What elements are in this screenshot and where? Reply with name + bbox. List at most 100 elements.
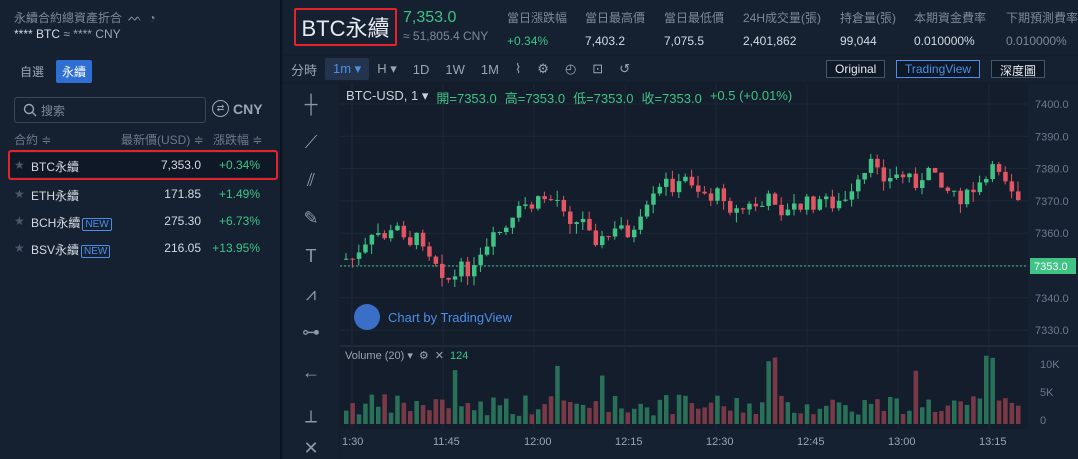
pattern-icon[interactable]: ⩘: [299, 284, 323, 308]
chart-canvas[interactable]: 7400.07390.07380.07370.07360.07350.07340…: [340, 84, 1078, 459]
column-change[interactable]: 漲跌幅 ≑: [213, 131, 262, 148]
candle-body: [542, 196, 547, 200]
currency-toggle[interactable]: ⇄ CNY: [212, 100, 263, 117]
tradingview-watermark[interactable]: Chart by TradingView: [354, 304, 512, 330]
screenshot-icon[interactable]: ⊡: [584, 61, 611, 77]
volume-bar: [657, 399, 663, 424]
volume-bar: [843, 405, 848, 424]
settings-icon[interactable]: ⚙: [529, 61, 557, 77]
volume-bar: [920, 407, 925, 424]
close-icon[interactable]: ✕: [299, 438, 323, 459]
tradingview-button[interactable]: TradingView: [896, 60, 981, 78]
chart-type-icon[interactable]: ⌇: [507, 61, 529, 77]
market-row-bch[interactable]: ★ BCH永續 NEW 275.30 +6.73%: [10, 209, 276, 233]
volume-bar: [945, 405, 951, 424]
candle-body: [452, 276, 458, 280]
volume-bar: [779, 395, 784, 424]
candle-body: [478, 254, 483, 266]
volume-bar: [356, 414, 362, 424]
volume-bar: [638, 403, 643, 424]
volume-bar: [856, 414, 861, 424]
interval-1w[interactable]: 1W: [437, 62, 473, 77]
tab-perpetual[interactable]: 永續: [56, 60, 93, 83]
volume-bar: [708, 402, 714, 424]
column-price[interactable]: 最新價(USD) ≑: [121, 131, 204, 148]
candle-body: [990, 164, 995, 180]
reset-icon[interactable]: ↺: [611, 61, 638, 77]
volume-bar: [740, 412, 746, 424]
market-row-bsv[interactable]: ★ BSV永續 NEW 216.05 +13.95%: [10, 236, 276, 260]
original-button[interactable]: Original: [826, 60, 886, 78]
stat-label: 當日漲跌幅: [507, 11, 568, 25]
candle-body: [536, 196, 541, 209]
candle-body: [798, 203, 803, 210]
volume-bar: [836, 402, 842, 424]
legend-symbol[interactable]: BTC-USD, 1 ▾: [346, 88, 428, 107]
interval-1M[interactable]: 1M: [473, 62, 507, 77]
market-row-eth[interactable]: ★ ETH永續 171.85 +1.49%: [10, 182, 276, 206]
volume-bar: [632, 408, 637, 424]
interval-1d[interactable]: 1D: [405, 62, 438, 77]
price-chart[interactable]: 7400.07390.07380.07370.07360.07350.07340…: [340, 84, 1078, 459]
drawing-tools: ┼ ⟋ ⫽ ✎ T ⩘ ⊶ ← ⟂ ✕: [283, 84, 339, 459]
refresh-icon[interactable]: ◔: [148, 11, 155, 25]
close-icon[interactable]: ✕: [435, 349, 444, 362]
candle-body: [574, 222, 579, 224]
candle-body: [664, 178, 669, 187]
volume-bar: [907, 410, 912, 424]
candle-body: [606, 236, 611, 238]
volume-label[interactable]: Volume (20) ▾: [345, 349, 413, 362]
volume-bar: [875, 399, 880, 424]
candle-body: [740, 208, 746, 210]
time-tick-label: 1:30: [342, 436, 363, 448]
candle-body: [568, 211, 573, 224]
tab-favorites[interactable]: 自選: [14, 60, 50, 83]
ruler-icon[interactable]: ⟂: [299, 406, 323, 430]
candle-body: [977, 182, 983, 193]
depth-chart-button[interactable]: 深度圖: [991, 60, 1046, 78]
candle-body: [632, 229, 637, 238]
interval-hour[interactable]: H ▾: [369, 61, 405, 77]
interval-1m[interactable]: 1m ▾: [325, 58, 370, 80]
candle-body: [849, 191, 855, 200]
volume-bar: [536, 409, 541, 424]
candle-body: [408, 237, 413, 246]
legend-close: 收=7353.0: [641, 91, 702, 106]
text-tool-icon[interactable]: T: [299, 246, 323, 270]
fib-lines-icon[interactable]: ⫽: [299, 170, 323, 194]
volume-bar: [459, 406, 464, 424]
candle-body: [907, 173, 912, 178]
trend-line-icon[interactable]: ⟋: [299, 132, 323, 156]
interval-timeline[interactable]: 分時: [283, 60, 325, 79]
volume-bar: [369, 394, 375, 424]
eye-hidden-icon[interactable]: ᨓ: [128, 10, 142, 25]
candle-body: [760, 205, 765, 207]
brush-icon[interactable]: ✎: [299, 208, 323, 232]
volume-bar: [484, 415, 490, 424]
candle-body: [952, 190, 957, 192]
candle-body: [920, 180, 925, 188]
star-icon[interactable]: ★: [14, 187, 25, 201]
market-price: 275.30: [164, 214, 201, 228]
candle-body: [913, 173, 919, 188]
back-arrow-icon[interactable]: ←: [299, 362, 323, 386]
indicators-icon[interactable]: ◴: [557, 61, 584, 77]
star-icon[interactable]: ★: [14, 241, 25, 255]
stat-label: 當日最高價: [585, 11, 646, 25]
volume-bar: [996, 400, 1002, 424]
volume-bar: [568, 402, 573, 424]
measure-icon[interactable]: ⊶: [299, 322, 323, 346]
volume-bar: [977, 398, 983, 424]
star-icon[interactable]: ★: [14, 214, 25, 228]
total-assets-label: 永續合約總資產折合: [14, 11, 123, 25]
volume-bar: [913, 370, 919, 424]
volume-value: 124: [449, 349, 469, 362]
search-input[interactable]: 搜索: [14, 97, 206, 123]
column-contract[interactable]: 合約 ≑: [14, 131, 51, 148]
settings-icon[interactable]: ⚙: [419, 349, 429, 362]
candle-body: [830, 196, 835, 209]
stat-label: 下期預測費率: [1006, 11, 1078, 25]
crosshair-icon[interactable]: ┼: [299, 94, 323, 118]
volume-bar: [721, 406, 727, 424]
volume-bar: [542, 404, 547, 424]
